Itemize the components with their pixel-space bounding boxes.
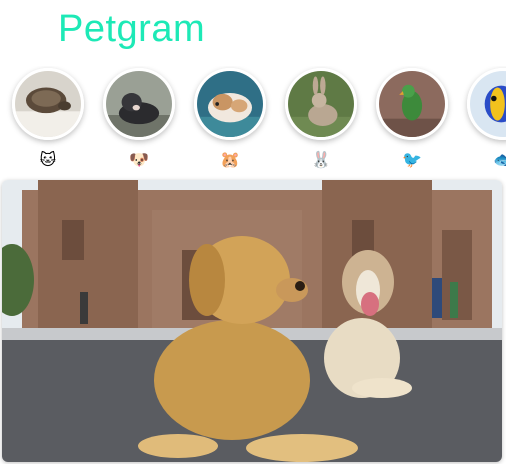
fish-photo xyxy=(470,71,506,137)
hamster-icon: 🐹 xyxy=(220,150,240,169)
hamster-photo xyxy=(197,71,263,137)
story-item[interactable]: 🐟 xyxy=(463,66,506,178)
story-item[interactable]: 🐦 xyxy=(372,66,452,178)
stories-carousel[interactable]: 🐱 🐶 🐹 🐰 🐦 🐟 xyxy=(0,66,506,178)
app-title: Petgram xyxy=(58,8,206,50)
story-avatar[interactable] xyxy=(285,68,357,140)
story-avatar[interactable] xyxy=(103,68,175,140)
turtle-photo xyxy=(15,71,81,137)
fish-icon: 🐟 xyxy=(493,150,506,169)
story-avatar[interactable] xyxy=(467,68,506,140)
story-item[interactable]: 🐶 xyxy=(99,66,179,178)
story-item[interactable]: 🐰 xyxy=(281,66,361,178)
story-item[interactable]: 🐱 xyxy=(8,66,88,178)
cat-icon: 🐱 xyxy=(39,150,57,169)
rabbit-photo xyxy=(288,71,354,137)
story-avatar[interactable] xyxy=(12,68,84,140)
story-item[interactable]: 🐹 xyxy=(190,66,270,178)
story-avatar[interactable] xyxy=(194,68,266,140)
two-dogs-in-plaza-photo xyxy=(2,180,502,462)
bird-icon: 🐦 xyxy=(402,150,422,169)
story-avatar[interactable] xyxy=(376,68,448,140)
rabbit-icon: 🐰 xyxy=(311,150,331,169)
dog-icon: 🐶 xyxy=(129,150,149,169)
post-photo-card[interactable] xyxy=(2,180,502,462)
parrot-photo xyxy=(379,71,445,137)
dog-photo xyxy=(106,71,172,137)
